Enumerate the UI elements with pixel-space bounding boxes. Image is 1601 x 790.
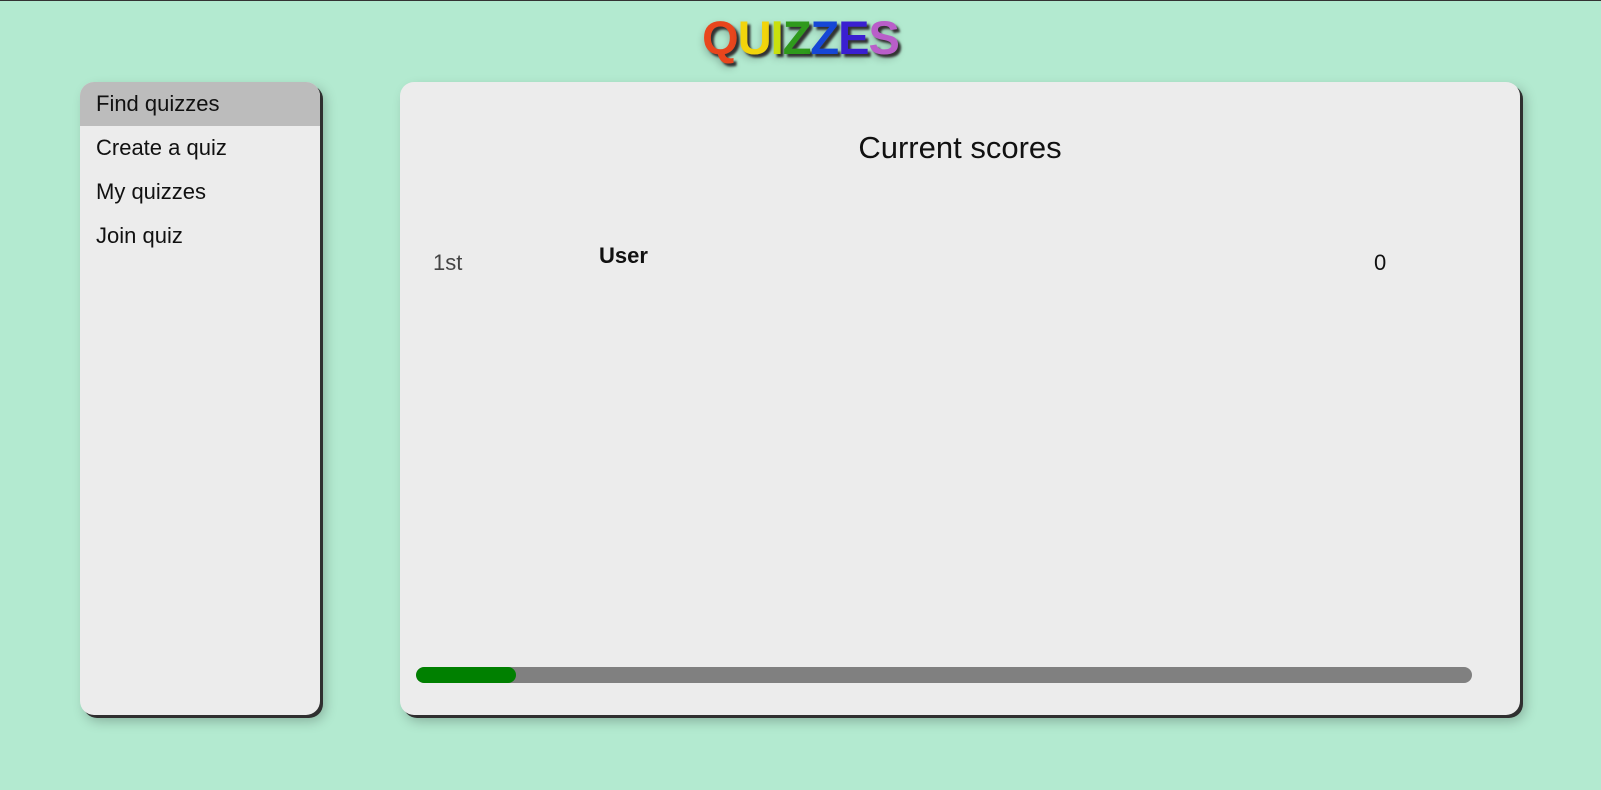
sidebar-item-find-quizzes[interactable]: Find quizzes — [80, 82, 320, 126]
sidebar-item-join-quiz[interactable]: Join quiz — [80, 214, 320, 258]
logo-letter: S — [868, 11, 900, 64]
logo-letter: Z — [810, 11, 839, 64]
score-rank: 1st — [433, 250, 463, 275]
sidebar-nav: Find quizzes Create a quiz My quizzes Jo… — [80, 82, 320, 715]
logo-letter: Q — [702, 11, 739, 64]
progress-bar-fill — [416, 667, 517, 683]
scores-panel: Current scores 1st User 0 — [400, 82, 1520, 715]
score-username: User — [599, 243, 648, 268]
page-title: Current scores — [858, 130, 1062, 165]
progress-bar — [416, 667, 1472, 683]
quizzes-logo: QUIZZES — [0, 12, 1601, 64]
logo-letter: I — [770, 11, 784, 64]
logo-letter: E — [838, 11, 869, 64]
score-row: 1st User 0 — [400, 243, 1520, 290]
score-value: 0 — [1374, 250, 1387, 275]
sidebar-item-my-quizzes[interactable]: My quizzes — [80, 170, 320, 214]
logo-letter: Z — [782, 11, 812, 64]
sidebar-item-create-quiz[interactable]: Create a quiz — [80, 126, 320, 170]
logo-letter: U — [737, 11, 772, 64]
